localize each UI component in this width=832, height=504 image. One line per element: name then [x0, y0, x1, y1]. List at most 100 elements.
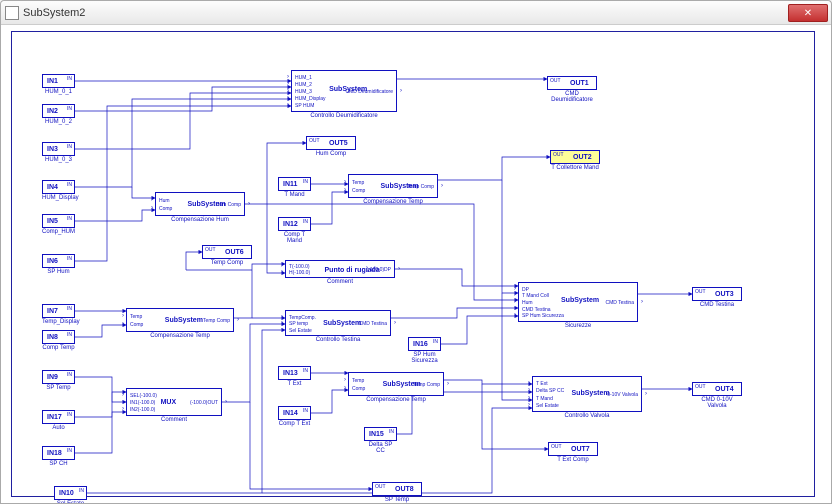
block-name: IN7 [47, 308, 58, 315]
block-name: IN10 [59, 490, 74, 497]
block-name: OUT4 [715, 386, 734, 393]
port-in-label: IN [67, 182, 72, 188]
subsystem-block[interactable]: SubSystemTemp›Comp›Temp Comp› [126, 308, 234, 332]
block-caption: Compensazione Temp [348, 397, 444, 403]
block-caption: Comp_HUM [42, 229, 75, 235]
input-block[interactable]: IN6IN [42, 254, 75, 268]
subsystem-block[interactable]: SubSystemHUM_1›HUM_2›HUM_3›HUM_Display›S… [291, 70, 397, 112]
block-caption: Compensazione Temp [348, 199, 438, 205]
block-caption: CMD 0-10V Valvola [692, 397, 742, 409]
output-block[interactable]: OUT1OUT [547, 76, 597, 90]
subsystem-block[interactable]: MUXSEL(-100.0)›IN1(-100.0)›IN2(-100.0)›(… [126, 388, 222, 416]
output-block[interactable]: OUT5OUT [306, 136, 356, 150]
inport-arrow-icon: › [528, 380, 530, 386]
inport-label: SEL(-100.0) [130, 393, 157, 399]
input-block[interactable]: IN14IN [278, 406, 311, 420]
inport-label: Sel Estate [289, 328, 312, 334]
input-block[interactable]: IN16IN [408, 337, 441, 351]
inport-arrow-icon: › [344, 385, 346, 391]
input-block[interactable]: IN3IN [42, 142, 75, 156]
block-name: OUT3 [715, 291, 734, 298]
inport-label: T Mand Coll [522, 293, 549, 299]
output-block[interactable]: OUT2OUT [550, 150, 600, 164]
outport-arrow-icon: › [441, 183, 443, 189]
block-name: IN4 [47, 184, 58, 191]
close-icon: ✕ [804, 8, 812, 19]
outport-label: Temp Comp [203, 318, 230, 324]
inport-arrow-icon: › [514, 286, 516, 292]
port-in-label: IN [389, 429, 394, 435]
inport-arrow-icon: › [287, 102, 289, 108]
port-in-label: IN [67, 372, 72, 378]
input-block[interactable]: IN13IN [278, 366, 311, 380]
outport-arrow-icon: › [248, 201, 250, 207]
output-block[interactable]: OUT6OUT [202, 245, 252, 259]
input-block[interactable]: IN10IN [54, 486, 87, 500]
diagram-canvas[interactable]: IN1INHUM_0_1IN2INHUM_0_2IN3INHUM_0_3IN4I… [1, 25, 831, 503]
output-block[interactable]: OUT4OUT [692, 382, 742, 396]
app-icon [5, 6, 19, 20]
close-button[interactable]: ✕ [788, 4, 828, 22]
window-title: SubSystem2 [23, 7, 827, 19]
input-block[interactable]: IN18IN [42, 446, 75, 460]
outport-arrow-icon: › [641, 299, 643, 305]
port-in-label: IN [67, 106, 72, 112]
port-in-label: IN [303, 219, 308, 225]
input-block[interactable]: IN8IN [42, 330, 75, 344]
inport-label: Delta SP CC [536, 388, 564, 394]
port-in-label: IN [67, 144, 72, 150]
block-caption: HUM_0_2 [42, 119, 75, 125]
block-name: SubSystem [323, 320, 361, 327]
port-out-label: OUT [695, 289, 706, 295]
inport-label: HUM_Display [295, 96, 326, 102]
block-caption: Comment [126, 417, 222, 423]
inport-label: HUM_3 [295, 89, 312, 95]
inport-arrow-icon: › [151, 197, 153, 203]
block-name: IN16 [413, 341, 428, 348]
subsystem-block[interactable]: SubSystemDP›T Mand Coll›Hum›CMD Testina›… [518, 282, 638, 322]
port-in-label: IN [67, 76, 72, 82]
block-name: OUT2 [573, 154, 592, 161]
outport-label: CMD Deumidificatore [345, 89, 393, 95]
input-block[interactable]: IN11IN [278, 177, 311, 191]
block-name: IN2 [47, 108, 58, 115]
block-name: IN12 [283, 221, 298, 228]
subsystem-block[interactable]: SubSystemTemp›Comp›Temp Comp› [348, 174, 438, 198]
block-name: IN8 [47, 334, 58, 341]
port-in-label: IN [303, 179, 308, 185]
output-block[interactable]: OUT3 OUT [692, 287, 742, 301]
input-block[interactable]: IN12 IN [278, 217, 311, 231]
block-name: SubSystem [165, 317, 203, 324]
input-block[interactable]: IN2 IN [42, 104, 75, 118]
subsystem-block[interactable]: SubSystemT Ext›Delta SP CC›T Mand›Sel Es… [532, 376, 642, 412]
subsystem-block[interactable]: Punto di rugiadaT(-100.0)›H(-100.0)›(-10… [285, 260, 395, 278]
titlebar[interactable]: SubSystem2 ✕ [1, 1, 831, 25]
output-block[interactable]: OUT8OUT [372, 482, 422, 496]
outport-label: Temp Comp [407, 184, 434, 190]
input-block[interactable]: IN17IN [42, 410, 75, 424]
subsystem-block[interactable]: SubSystemTempComp.›SP temp›Sel Estate›CM… [285, 310, 391, 336]
input-block[interactable]: IN1IN [42, 74, 75, 88]
input-block[interactable]: IN5IN [42, 214, 75, 228]
block-caption: T Collettore Mand [550, 165, 600, 171]
output-block[interactable]: OUT7OUT [548, 442, 598, 456]
input-block[interactable]: IN9IN [42, 370, 75, 384]
block-caption: Auto [42, 425, 75, 431]
block-name: OUT8 [395, 486, 414, 493]
inport-label: Comp [159, 206, 172, 212]
outport-label: CMD Testina [358, 321, 387, 327]
block-caption: Compensazione Temp [126, 333, 234, 339]
subsystem-block[interactable]: SubSystemHum›Comp›Hum Comp› [155, 192, 245, 216]
inport-arrow-icon: › [514, 306, 516, 312]
block-name: IN14 [283, 410, 298, 417]
block-caption: HUM_0_3 [42, 157, 75, 163]
input-block[interactable]: IN15IN [364, 427, 397, 441]
block-caption: Temp_Display [42, 319, 75, 325]
input-block[interactable]: IN4 IN [42, 180, 75, 194]
inport-label: Comp [130, 322, 143, 328]
inport-arrow-icon: › [514, 312, 516, 318]
input-block[interactable]: IN7IN [42, 304, 75, 318]
subsystem-block[interactable]: SubSystemTemp›Comp›Temp Comp› [348, 372, 444, 396]
outport-arrow-icon: › [237, 317, 239, 323]
inport-arrow-icon: › [122, 313, 124, 319]
